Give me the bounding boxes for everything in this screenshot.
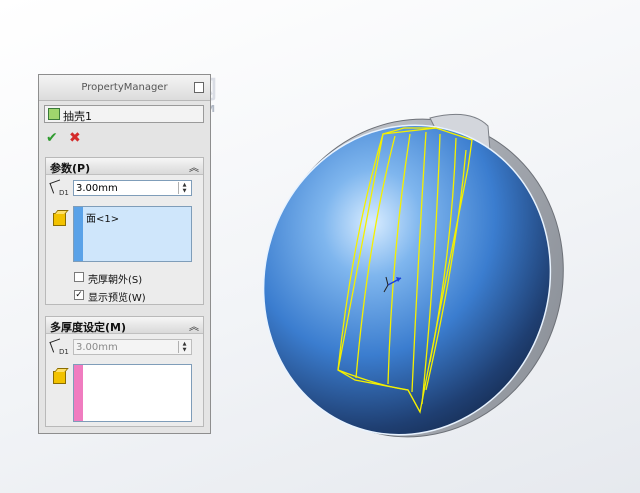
multi-thickness-group: 多厚度设定(M) ︽ D1 ▲▼ xyxy=(45,316,204,427)
dome-face[interactable] xyxy=(224,88,591,472)
thickness-input[interactable]: ▲▼ xyxy=(73,180,192,196)
feature-name-row: 抽壳1 xyxy=(44,105,204,123)
show-preview-label: 显示预览(W) xyxy=(88,293,146,304)
x-icon: ✖ xyxy=(69,130,81,146)
multi-thickness-group-header[interactable]: 多厚度设定(M) ︽ xyxy=(46,317,203,334)
thickness-field[interactable] xyxy=(76,182,176,194)
faces-to-remove-list[interactable]: 面<1> xyxy=(73,206,192,262)
cancel-button[interactable]: ✖ xyxy=(69,131,83,145)
shell-feature-icon xyxy=(48,108,60,120)
ok-button[interactable]: ✔ xyxy=(46,131,60,145)
selection-color-bar xyxy=(74,207,83,261)
multi-thickness-spinner[interactable]: ▲ ▼ xyxy=(178,341,190,353)
collapse-chevron-up-icon[interactable]: ︽ xyxy=(189,159,199,174)
multi-face-cube-icon xyxy=(53,371,66,384)
shell-outward-label: 壳厚朝外(S) xyxy=(88,275,143,286)
multi-selection-color-bar xyxy=(74,365,83,421)
parameters-group-header[interactable]: 参数(P) ︽ xyxy=(46,158,203,175)
feature-name: 抽壳1 xyxy=(63,110,92,123)
pin-icon[interactable] xyxy=(194,82,204,93)
parameters-group: 参数(P) ︽ D1 ▲▼ 面<1> 壳厚朝外(S) ✓ 显示预览(W) xyxy=(45,157,204,305)
thickness-spinner[interactable]: ▲ ▼ xyxy=(178,182,190,194)
multi-thickness-dimension-icon: D1 xyxy=(49,338,69,356)
multi-thickness-input[interactable]: ▲▼ xyxy=(73,339,192,355)
face-selection-cube-icon xyxy=(53,213,66,226)
shell-part-model[interactable] xyxy=(224,80,605,475)
selected-face-item[interactable]: 面<1> xyxy=(86,210,119,225)
show-preview-checkbox[interactable]: ✓ xyxy=(74,290,84,300)
checkmark-icon: ✔ xyxy=(46,130,58,146)
multi-thickness-faces-list[interactable] xyxy=(73,364,192,422)
collapse-chevron-up-icon[interactable]: ︽ xyxy=(189,318,199,333)
panel-title-bar: PropertyManager xyxy=(39,75,210,101)
panel-title: PropertyManager xyxy=(81,82,168,93)
multi-thickness-field[interactable] xyxy=(76,341,176,353)
multi-thickness-group-title: 多厚度设定(M) xyxy=(50,321,127,334)
property-manager-panel: PropertyManager 抽壳1 ✔ ✖ 参数(P) ︽ D1 ▲▼ 面<… xyxy=(38,74,211,434)
thickness-dimension-icon: D1 xyxy=(49,179,69,197)
parameters-group-title: 参数(P) xyxy=(50,162,91,175)
shell-outward-checkbox[interactable] xyxy=(74,272,84,282)
